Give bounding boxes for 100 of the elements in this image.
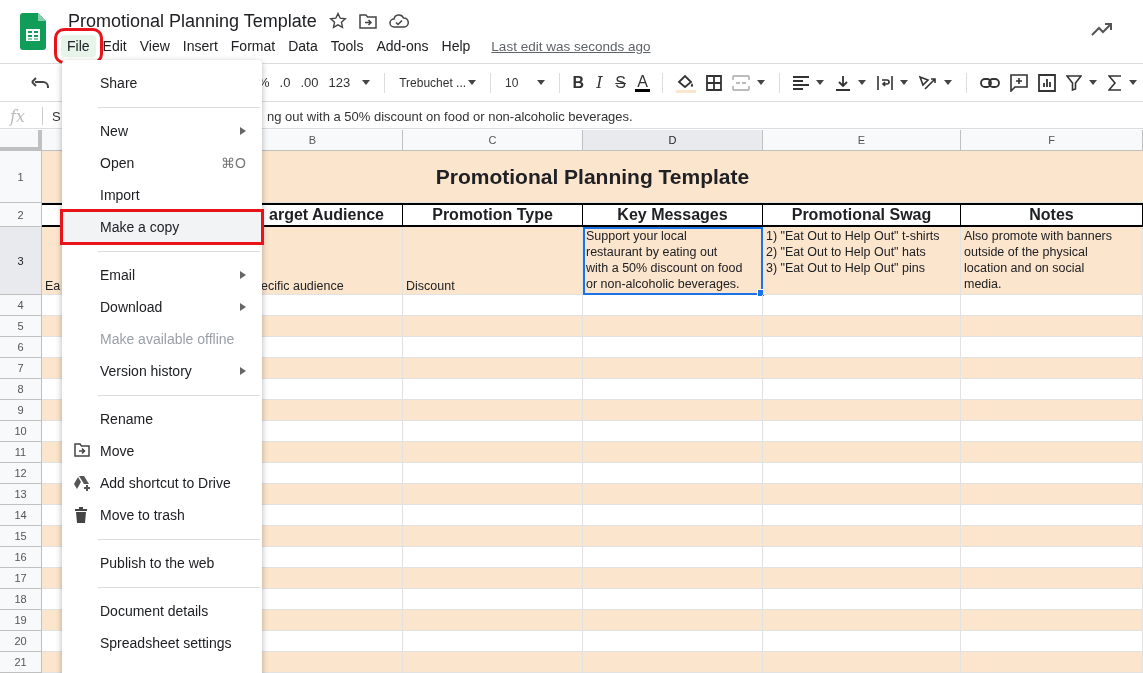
table-cell[interactable] <box>583 610 763 631</box>
table-cell[interactable] <box>763 442 961 463</box>
row-header[interactable]: 16 <box>0 547 42 568</box>
row-header[interactable]: 15 <box>0 526 42 547</box>
table-cell[interactable] <box>583 358 763 379</box>
table-cell[interactable] <box>583 442 763 463</box>
table-cell[interactable] <box>763 610 961 631</box>
text-rotation-icon[interactable] <box>919 74 937 91</box>
number-format-button[interactable]: .00 <box>300 75 319 90</box>
menu-bar-item[interactable]: Tools <box>324 35 370 57</box>
row-header[interactable]: 10 <box>0 421 42 442</box>
trending-up-icon[interactable] <box>1091 22 1113 36</box>
caret-icon[interactable] <box>1089 80 1097 85</box>
column-header[interactable]: E <box>763 130 961 151</box>
table-cell[interactable] <box>583 484 763 505</box>
fill-color-icon[interactable] <box>676 72 696 93</box>
menu-item[interactable]: Add shortcut to Drive <box>62 467 262 499</box>
align-left-icon[interactable] <box>793 75 809 90</box>
table-cell[interactable] <box>763 358 961 379</box>
row-header[interactable]: 20 <box>0 631 42 652</box>
row-header[interactable]: 1 <box>0 151 42 203</box>
table-cell[interactable] <box>763 484 961 505</box>
menu-item[interactable]: Move to trash <box>62 499 262 531</box>
table-cell[interactable] <box>961 442 1143 463</box>
menu-item[interactable]: Rename <box>62 403 262 435</box>
caret-icon[interactable] <box>536 80 545 85</box>
table-cell[interactable] <box>403 610 583 631</box>
table-cell[interactable] <box>403 484 583 505</box>
table-cell[interactable] <box>763 652 961 673</box>
formula-value[interactable]: ng out with a 50% discount on food or non-alcoholic beverages. <box>267 108 633 124</box>
menu-bar-item[interactable]: Add-ons <box>370 35 435 57</box>
row-header[interactable]: 17 <box>0 568 42 589</box>
chart-icon[interactable] <box>1038 73 1056 92</box>
caret-icon[interactable] <box>900 80 908 85</box>
table-cell[interactable] <box>403 400 583 421</box>
table-cell[interactable] <box>763 400 961 421</box>
table-cell[interactable]: 1) "Eat Out to Help Out" t-shirts 2) "Eat Out to Help Out" hats 3) "Eat Out to Help Out" pins <box>763 227 961 295</box>
row-header[interactable]: 5 <box>0 316 42 337</box>
column-header[interactable]: C <box>403 130 583 151</box>
table-cell[interactable]: Support your local restaurant by eating out with a 50% discount on food or non-alcoholic beverages. <box>583 227 763 295</box>
row-header[interactable]: 2 <box>0 203 42 227</box>
borders-icon[interactable] <box>706 74 722 91</box>
sum-icon[interactable] <box>1108 74 1122 91</box>
table-cell[interactable] <box>961 316 1143 337</box>
table-cell[interactable] <box>403 316 583 337</box>
caret-icon[interactable] <box>362 80 371 85</box>
table-cell[interactable] <box>583 400 763 421</box>
drive-plus-icon[interactable] <box>74 475 92 491</box>
row-header[interactable]: 7 <box>0 358 42 379</box>
menu-bar-item[interactable]: Edit <box>96 35 133 57</box>
row-header[interactable]: 14 <box>0 505 42 526</box>
number-format-button[interactable]: 123 <box>328 75 351 90</box>
text-style-button[interactable]: I <box>588 73 611 92</box>
menu-item[interactable]: Make a copy <box>62 211 262 243</box>
vertical-align-icon[interactable] <box>835 74 851 91</box>
text-style-button[interactable]: A <box>635 73 650 92</box>
table-cell[interactable] <box>961 610 1143 631</box>
merge-cells-icon[interactable] <box>732 74 750 91</box>
comment-plus-icon[interactable] <box>1010 73 1028 92</box>
table-cell[interactable]: Also promote with banners outside of the physical location and on social media. <box>961 227 1143 295</box>
row-header[interactable]: 6 <box>0 337 42 358</box>
table-cell[interactable] <box>961 568 1143 589</box>
sheets-logo[interactable] <box>20 13 46 50</box>
menu-item[interactable]: Publish to the web <box>62 547 262 579</box>
column-header[interactable]: F <box>961 130 1143 151</box>
font-family-dropdown[interactable]: Trebuchet ... <box>399 75 467 90</box>
table-cell[interactable] <box>961 652 1143 673</box>
menu-bar-item[interactable]: View <box>133 35 176 57</box>
menu-item[interactable]: Spreadsheet settings <box>62 627 262 659</box>
text-style-button[interactable]: S <box>610 73 632 92</box>
table-cell[interactable] <box>403 568 583 589</box>
menu-bar-item[interactable]: Format <box>224 35 282 57</box>
caret-icon[interactable] <box>858 80 866 85</box>
table-cell[interactable] <box>763 568 961 589</box>
row-header[interactable]: 18 <box>0 589 42 610</box>
column-header[interactable]: D <box>583 130 763 151</box>
caret-icon[interactable] <box>944 80 952 85</box>
table-cell[interactable] <box>961 526 1143 547</box>
folder-arrow-icon[interactable] <box>74 443 90 457</box>
menu-bar-item[interactable]: Help <box>435 35 477 57</box>
table-cell[interactable] <box>403 358 583 379</box>
table-cell[interactable] <box>961 484 1143 505</box>
menu-bar-item[interactable]: Insert <box>176 35 224 57</box>
row-header[interactable]: 3 <box>0 227 42 295</box>
table-cell[interactable] <box>763 316 961 337</box>
select-all-corner[interactable] <box>0 130 42 151</box>
menu-item[interactable]: Version history <box>62 355 262 387</box>
folder-arrow-icon[interactable] <box>358 13 377 29</box>
table-cell[interactable] <box>763 526 961 547</box>
table-cell[interactable] <box>583 526 763 547</box>
table-cell[interactable] <box>961 400 1143 421</box>
table-cell[interactable] <box>403 442 583 463</box>
number-format-button[interactable]: .0 <box>279 75 291 90</box>
table-cell[interactable] <box>403 526 583 547</box>
text-wrap-icon[interactable] <box>877 74 893 91</box>
row-header[interactable]: 19 <box>0 610 42 631</box>
row-header[interactable]: 13 <box>0 484 42 505</box>
font-size-dropdown[interactable]: 10 <box>505 75 535 90</box>
row-header[interactable]: 4 <box>0 295 42 316</box>
table-cell[interactable]: Discount <box>403 227 583 295</box>
